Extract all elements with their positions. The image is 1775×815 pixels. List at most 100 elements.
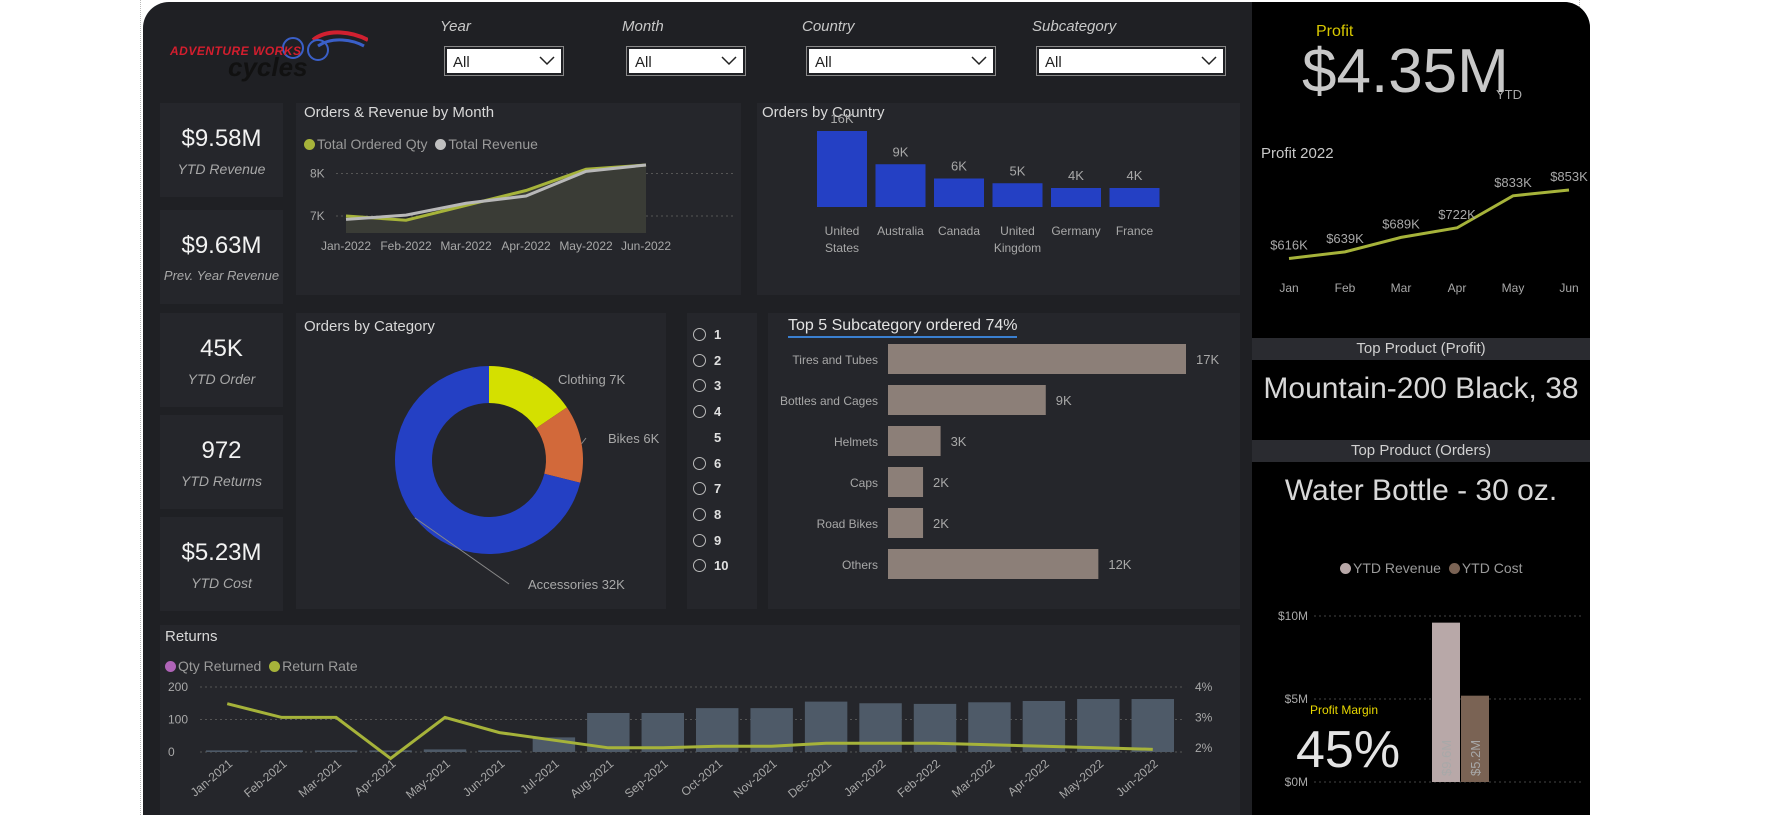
kpi-card-prev-year-revenue: $9.63M Prev. Year Revenue xyxy=(160,210,283,304)
x-tick-label: Oct-2021 xyxy=(678,756,725,799)
country-bar xyxy=(992,183,1043,207)
x-tick-label: Jun-2021 xyxy=(460,756,508,799)
x-tick-label: Sep-2021 xyxy=(622,756,671,800)
country-bar xyxy=(875,164,926,207)
x-tick-label: May-2021 xyxy=(403,756,453,801)
x-tick-label: Apr-2021 xyxy=(352,756,399,799)
country-value-label: 16K xyxy=(830,111,853,126)
x-tick-label: May-2022 xyxy=(1056,756,1106,801)
returns-bar xyxy=(206,750,249,752)
subcategory-label: Tires and Tubes xyxy=(792,353,878,367)
kpi-card-ytd-order: 45K YTD Order xyxy=(160,313,283,407)
kpi-value: 45K xyxy=(200,335,243,362)
filter-subcategory-label: Subcategory xyxy=(1032,18,1117,35)
rank-option-label: 2 xyxy=(714,352,722,368)
x-tick-label: Jan-2022 xyxy=(321,239,371,253)
radio-icon[interactable] xyxy=(693,405,706,419)
kpi-card-ytd-returns: 972 YTD Returns xyxy=(160,415,283,509)
profit-line xyxy=(1288,188,1570,260)
radio-icon[interactable] xyxy=(693,559,706,573)
brand-line2: cycles xyxy=(228,52,308,82)
country-label: United xyxy=(825,224,860,238)
radio-icon[interactable] xyxy=(693,328,706,341)
x-tick-label: Apr xyxy=(1448,281,1467,295)
rank-option[interactable]: 1 xyxy=(693,327,721,342)
rank-option[interactable]: 9 xyxy=(693,533,721,548)
radio-icon[interactable] xyxy=(693,533,706,547)
rank-option[interactable]: 7 xyxy=(693,481,721,496)
legend-item: YTD Revenue xyxy=(1353,560,1441,576)
x-tick-label: Jan-2021 xyxy=(188,756,236,799)
legend-dot xyxy=(1340,563,1351,574)
profit-margin-label: Profit Margin xyxy=(1310,703,1379,717)
rank-option[interactable]: 3 xyxy=(693,378,721,393)
rank-option[interactable]: 10 xyxy=(693,558,728,573)
legend-dot xyxy=(1448,563,1460,574)
ytd-bar-label: $5.2M xyxy=(1468,740,1483,776)
y-tick-label: $10M xyxy=(1278,609,1308,623)
top5-chart: Tires and Tubes 17K Bottles and Cages 9K Hel… xyxy=(780,344,1219,579)
donut-label: Clothing 7K xyxy=(558,372,626,387)
filter-month-dropdown[interactable]: All xyxy=(626,46,746,76)
rank-option[interactable]: 6 xyxy=(693,456,721,471)
filter-country-dropdown[interactable]: All xyxy=(806,46,996,76)
rank-option[interactable]: 4 xyxy=(693,404,721,419)
x-tick-label: Feb-2022 xyxy=(380,239,432,253)
country-label: Canada xyxy=(938,224,980,238)
kpi-label: YTD Revenue xyxy=(177,161,266,177)
country-bar xyxy=(934,178,984,207)
subcategory-bar xyxy=(888,426,941,456)
profit-margin-value: 45% xyxy=(1296,721,1401,779)
profit-value-label: $616K xyxy=(1270,237,1308,252)
returns-bar xyxy=(369,750,412,752)
returns-bar xyxy=(423,749,467,752)
kpi-value: 972 xyxy=(201,437,242,464)
returns-bar xyxy=(478,750,521,752)
kpi-label: YTD Cost xyxy=(191,575,252,591)
chevron-down-icon xyxy=(971,56,987,66)
chevron-down-icon xyxy=(721,56,737,66)
country-bar xyxy=(817,131,867,207)
y-tick-label: 7K xyxy=(310,209,325,223)
top-product-orders-header-text: Top Product (Orders) xyxy=(1350,442,1492,459)
filter-month-label: Month xyxy=(622,18,664,35)
radio-icon[interactable] xyxy=(693,456,706,470)
radio-icon[interactable] xyxy=(693,507,706,521)
x-tick-label: Jan-2022 xyxy=(841,756,889,799)
x-tick-label: Mar-2022 xyxy=(949,756,998,800)
orders-revenue-card: Orders & Revenue by Month Total Ordered … xyxy=(296,103,741,295)
x-tick-label: Jul-2021 xyxy=(518,756,563,797)
rank-option[interactable]: 8 xyxy=(693,507,721,522)
subcategory-label: Road Bikes xyxy=(817,517,878,531)
rank-option[interactable]: 2 xyxy=(693,353,721,368)
subcategory-bar xyxy=(888,508,924,538)
filter-year-value: All xyxy=(453,54,470,71)
subcategory-bar xyxy=(888,467,924,497)
rank-option-label: 10 xyxy=(714,558,729,574)
donut-label: Bikes 6K xyxy=(608,431,660,446)
rank-option[interactable]: 5 xyxy=(693,430,721,445)
subcategory-label: Others xyxy=(842,558,878,572)
profit-suffix: YTD xyxy=(1496,87,1522,102)
subcategory-label: Caps xyxy=(850,476,878,490)
radio-icon[interactable] xyxy=(693,482,706,496)
radio-icon[interactable] xyxy=(693,379,706,393)
filter-subcategory-dropdown[interactable]: All xyxy=(1036,46,1226,76)
x-tick-label: May xyxy=(1502,281,1525,295)
profit-2022-chart: $616K Jan $639K Feb $689K Mar $722K Apr $833K May… xyxy=(1270,169,1588,295)
country-value-label: 9K xyxy=(893,144,909,159)
kpi-label: YTD Returns xyxy=(181,473,262,489)
country-label: Germany xyxy=(1051,224,1100,238)
radio-icon[interactable] xyxy=(693,353,706,367)
subcategory-value-label: 2K xyxy=(933,516,949,531)
filter-year-dropdown[interactable]: All xyxy=(444,46,564,76)
rank-option-label: 9 xyxy=(714,532,722,548)
subcategory-bar xyxy=(888,385,1046,415)
orders-category-card: Orders by Category Clothing 7K Bikes 6K Ac… xyxy=(296,313,666,609)
x-tick-label: Mar-2021 xyxy=(296,756,345,800)
donut-label: Accessories 32K xyxy=(528,577,625,592)
subcategory-bar xyxy=(888,344,1186,374)
x-tick-label: Mar-2022 xyxy=(440,239,492,253)
profit-value-label: $833K xyxy=(1494,175,1532,190)
x-tick-label: Feb-2022 xyxy=(895,756,944,800)
